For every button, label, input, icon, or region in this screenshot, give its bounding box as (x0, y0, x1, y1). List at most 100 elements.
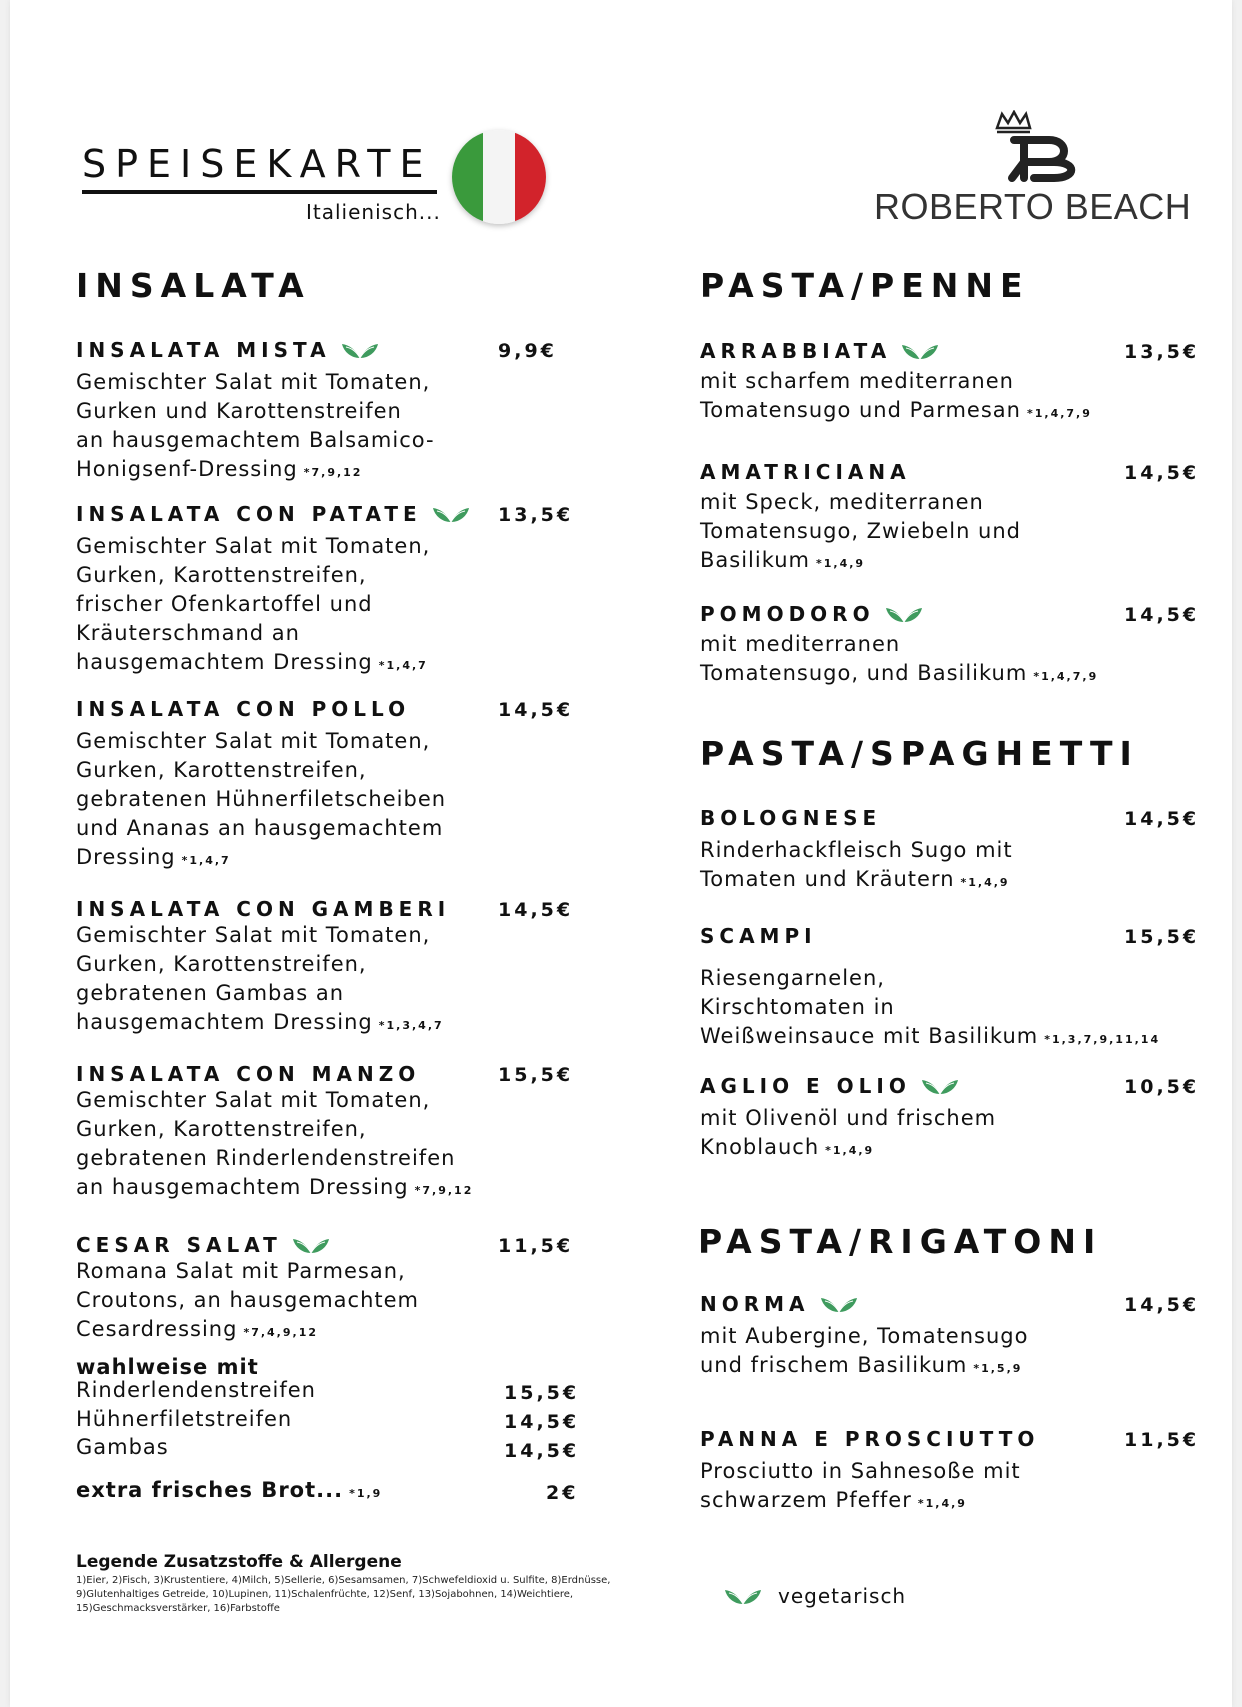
menu-item-description: Gemischter Salat mit Tomaten, Gurken und … (76, 368, 435, 487)
description-line: und Ananas an hausgemachtem (76, 814, 446, 843)
description-text: Gurken und Karottenstreifen (76, 399, 402, 423)
description-line: frischer Ofenkartoffel und (76, 590, 430, 619)
menu-item-name: INSALATA CON PATATE (76, 502, 470, 526)
legend-line: 15)Geschmacksverstärker, 16)Farbstoffe (76, 1603, 280, 1614)
legend-text: 1)Eier, 2)Fisch, 3)Krustentiere, 4)Milch… (76, 1574, 696, 1616)
description-line: an hausgemachtem Balsamico- (76, 426, 435, 455)
description-line: mit scharfem mediterranen (700, 367, 1092, 396)
description-line: Riesengarnelen, (700, 964, 1160, 993)
flag-stripe-green (452, 130, 484, 224)
option-label: Hühnerfiletstreifen (76, 1407, 293, 1431)
description-text: Knoblauch (700, 1135, 820, 1159)
menu-item-name: INSALATA MISTA (76, 338, 379, 362)
description-text: Romana Salat mit Parmesan, (76, 1259, 406, 1283)
description-line: Gurken und Karottenstreifen (76, 397, 435, 426)
description-text: und Ananas an hausgemachtem (76, 816, 444, 840)
item-name-text: NORMA (700, 1292, 810, 1316)
allergen-codes: *1,4,9 (917, 1497, 967, 1510)
description-line: gebratenen Rinderlendenstreifen (76, 1144, 473, 1173)
description-line: Gurken, Karottenstreifen, (76, 756, 446, 785)
extra-bread-label: extra frisches Brot... *1,9 (76, 1478, 382, 1502)
description-line: Gurken, Karottenstreifen, (76, 561, 430, 590)
item-name-text: POMODORO (700, 602, 875, 626)
item-name-text: ARRABBIATA (700, 339, 892, 363)
menu-page: SPEISEKARTE Italienisch... ROBERTO BEACH… (10, 0, 1232, 1707)
description-line: Tomatensugo, Zwiebeln und (700, 517, 1021, 546)
item-name-text: INSALATA MISTA (76, 338, 331, 362)
menu-item-description: Riesengarnelen, Kirschtomaten in Weißweins… (700, 964, 1160, 1054)
vegetarian-legend: vegetarisch (724, 1584, 906, 1608)
description-line: Gurken, Karottenstreifen, (76, 950, 444, 979)
menu-item-name: ARRABBIATA (700, 339, 939, 363)
leaf-icon (341, 341, 379, 359)
description-line: mit Aubergine, Tomatensugo (700, 1322, 1028, 1351)
description-text: hausgemachtem Dressing (76, 1010, 373, 1034)
description-text: an hausgemachtem Dressing (76, 1175, 409, 1199)
description-line: mit mediterranen (700, 630, 1098, 659)
item-name-text: INSALATA CON PATATE (76, 502, 422, 526)
item-name-text: AGLIO E OLIO (700, 1074, 911, 1098)
option-label: Gambas (76, 1435, 169, 1459)
menu-item-price: 11,5€ (1124, 1429, 1200, 1451)
option-price: 14,5€ (504, 1411, 580, 1433)
option-price: 14,5€ (504, 1440, 580, 1462)
description-line: Kirschtomaten in (700, 993, 1160, 1022)
legend-line: 1)Eier, 2)Fisch, 3)Krustentiere, 4)Milch… (76, 1575, 611, 1586)
description-text: Tomatensugo, Zwiebeln und (700, 519, 1022, 543)
description-text: mit Olivenöl und frischem (700, 1106, 997, 1130)
allergen-codes: *1,5,9 (973, 1362, 1023, 1375)
description-line: Tomatensugo und Parmesan *1,4,7,9 (700, 396, 1092, 428)
option-price: 15,5€ (504, 1382, 580, 1404)
extra-bread-allergens: *1,9 (349, 1487, 383, 1500)
menu-item-description: mit Speck, mediterranen Tomatensugo, Zwie… (700, 488, 1021, 578)
item-name-text: PANNA E PROSCIUTTO (700, 1427, 1040, 1451)
description-text: Honigsenf-Dressing (76, 457, 298, 481)
leaf-icon (901, 342, 939, 360)
section-title-pasta-penne: PASTA/PENNE (700, 266, 1030, 305)
description-text: mit mediterranen (700, 632, 901, 656)
menu-item-price: 14,5€ (1124, 604, 1200, 626)
description-text: Gemischter Salat mit Tomaten, (76, 729, 431, 753)
menu-item-name: NORMA (700, 1292, 858, 1316)
description-text: gebratenen Gambas an (76, 981, 345, 1005)
menu-item-description: Prosciutto in Sahnesoße mit schwarzem Pfe… (700, 1457, 1021, 1518)
vegetarian-label: vegetarisch (778, 1584, 907, 1608)
item-name-text: INSALATA CON POLLO (76, 697, 411, 721)
menu-item-name: AGLIO E OLIO (700, 1074, 959, 1098)
option-label: Rinderlendenstreifen (76, 1378, 316, 1402)
menu-item-description: Gemischter Salat mit Tomaten, Gurken, Kar… (76, 1086, 473, 1205)
description-line: Prosciutto in Sahnesoße mit (700, 1457, 1021, 1486)
description-line: mit Speck, mediterranen (700, 488, 1021, 517)
description-text: Dressing (76, 845, 176, 869)
leaf-icon (820, 1295, 858, 1313)
menu-item-name: POMODORO (700, 602, 923, 626)
menu-item-description: Gemischter Salat mit Tomaten, Gurken, Kar… (76, 727, 446, 875)
description-text: Tomatensugo und Parmesan (700, 398, 1021, 422)
description-line: an hausgemachtem Dressing *7,9,12 (76, 1173, 473, 1205)
description-text: Basilikum (700, 548, 811, 572)
leaf-icon (292, 1236, 330, 1254)
description-text: gebratenen Rinderlendenstreifen (76, 1146, 456, 1170)
menu-item-name: INSALATA CON POLLO (76, 697, 410, 721)
description-text: mit Aubergine, Tomatensugo (700, 1324, 1029, 1348)
leaf-icon (432, 505, 470, 523)
description-text: Riesengarnelen, (700, 966, 885, 990)
allergen-codes: *1,4,7,9 (1026, 407, 1092, 420)
description-text: an hausgemachtem Balsamico- (76, 428, 435, 452)
description-text: Gurken, Karottenstreifen, (76, 952, 367, 976)
menu-item-name: SCAMPI (700, 924, 817, 948)
menu-item-name: INSALATA CON MANZO (76, 1062, 420, 1086)
description-text: Croutons, an hausgemachtem (76, 1288, 419, 1312)
item-name-text: INSALATA CON MANZO (76, 1062, 421, 1086)
allergen-codes: *1,3,7,9,11,14 (1044, 1033, 1161, 1046)
menu-item-price: 15,5€ (498, 1064, 574, 1086)
menu-item-price: 14,5€ (1124, 808, 1200, 830)
item-name-text: AMATRICIANA (700, 460, 911, 484)
menu-item-price: 15,5€ (1124, 926, 1200, 948)
description-line: Gemischter Salat mit Tomaten, (76, 1086, 473, 1115)
page-subtitle: Italienisch... (306, 200, 441, 224)
description-line: Rinderhackfleisch Sugo mit (700, 836, 1013, 865)
menu-item-price: 14,5€ (498, 899, 574, 921)
description-text: Kräuterschmand an (76, 621, 300, 645)
description-text: Weißweinsauce mit Basilikum (700, 1024, 1039, 1048)
